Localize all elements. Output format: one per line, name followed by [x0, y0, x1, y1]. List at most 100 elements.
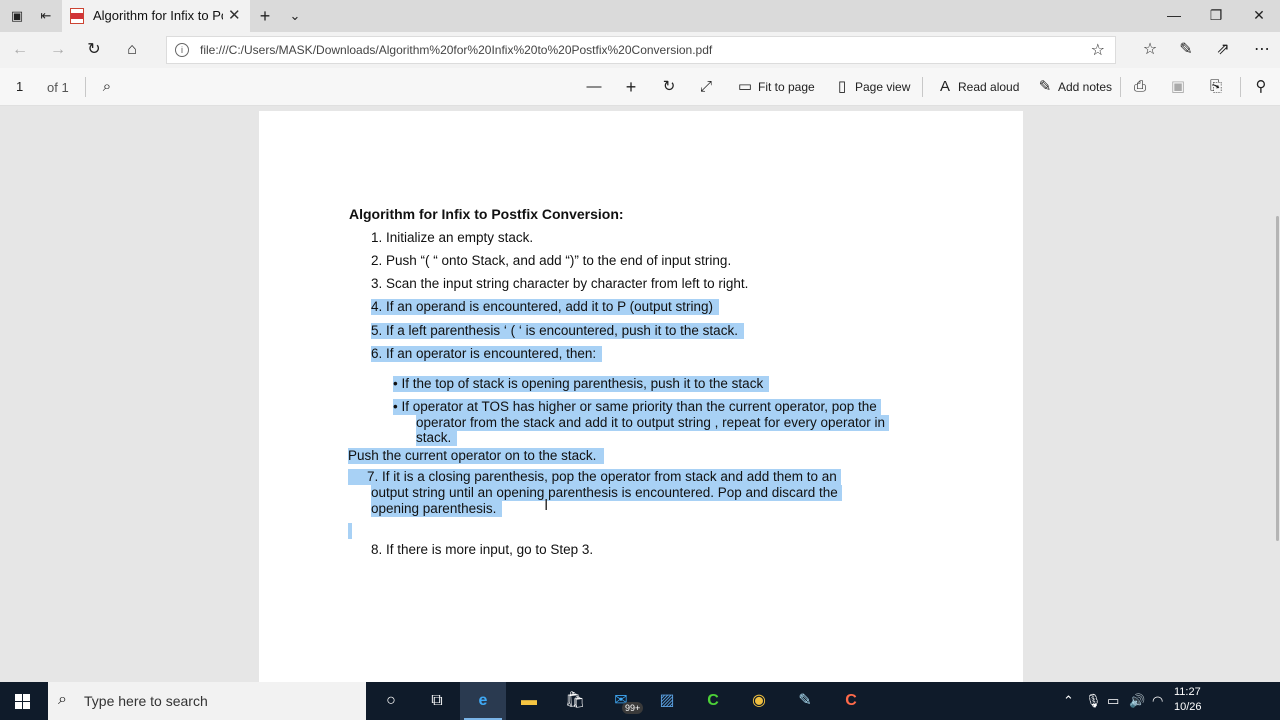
search-icon[interactable]: ⌕ [98, 77, 120, 97]
toolbar-divider [85, 77, 86, 97]
page-view-icon: ▯ [837, 78, 847, 95]
info-icon[interactable]: i [175, 43, 189, 57]
search-icon: ⌕ [58, 691, 67, 708]
bullet-2-line-3: stack. [416, 430, 458, 446]
pen-notes-icon[interactable]: ✎ [1174, 39, 1198, 61]
document-title: Algorithm for Infix to Postfix Conversio… [349, 206, 624, 222]
system-clock[interactable]: 11:27 10/26 [1174, 685, 1202, 715]
mail-icon[interactable]: ✉ 99+ [598, 682, 644, 720]
windows-logo-icon [15, 694, 30, 709]
save-as-icon[interactable]: ⎘ [1207, 77, 1229, 97]
step-8: 8. If there is more input, go to Step 3. [371, 542, 594, 557]
step-7-line-1: 7. If it is a closing parenthesis, pop t… [348, 469, 841, 485]
store-icon[interactable]: 🛍 [552, 682, 598, 720]
bullet-2-line-2: operator from the stack and add it to ou… [416, 415, 890, 431]
battery-icon[interactable]: ▭ [1107, 693, 1119, 709]
document-viewer[interactable]: Algorithm for Infix to Postfix Conversio… [0, 106, 1280, 691]
tab-list-chevron-icon[interactable]: ⌄ [286, 7, 304, 25]
tab-title: Algorithm for Infix to Pc [93, 8, 223, 23]
forward-arrow-icon[interactable]: → [46, 39, 70, 61]
clock-time: 11:27 [1174, 686, 1201, 698]
cortana-icon[interactable]: ○ [368, 682, 414, 720]
fit-to-page-button[interactable]: ▭ Fit to page [736, 77, 815, 97]
close-window-button[interactable]: ✕ [1236, 0, 1280, 32]
page-number-input[interactable]: 1 [8, 76, 32, 98]
address-bar[interactable]: i file:///C:/Users/MASK/Downloads/Algori… [166, 36, 1116, 64]
fullscreen-icon[interactable]: ⤢ [697, 77, 719, 97]
page-view-button[interactable]: ▯ Page view [833, 77, 911, 97]
page-view-label: Page view [855, 80, 911, 94]
tab-actions-icon[interactable]: ▣ [8, 7, 26, 25]
show-hidden-icons-chevron-icon[interactable]: ⌃ [1063, 693, 1074, 709]
add-notes-button[interactable]: ✎ Add notes [1036, 77, 1112, 97]
mail-badge: 99+ [622, 702, 644, 714]
tab-pdf[interactable]: Algorithm for Infix to Pc ✕ [62, 0, 250, 32]
more-menu-icon[interactable]: ⋯ [1250, 39, 1274, 61]
taskbar-search[interactable]: ⌕ Type here to search [48, 682, 366, 720]
fit-to-page-label: Fit to page [758, 80, 815, 94]
fit-page-icon: ▭ [737, 78, 753, 95]
back-arrow-icon[interactable]: ← [8, 39, 32, 61]
refresh-icon[interactable]: ↻ [82, 39, 106, 61]
new-tab-icon[interactable]: + [256, 7, 274, 25]
toolbar-divider [1120, 77, 1121, 97]
favorites-icon[interactable]: ☆ [1138, 39, 1162, 61]
file-explorer-icon[interactable]: ▬ [506, 682, 552, 720]
step-7-line-3: opening parenthesis. [371, 501, 503, 517]
bullet-2-line-1: • If operator at TOS has higher or same … [393, 399, 881, 415]
minimize-button[interactable]: — [1151, 0, 1197, 32]
home-icon[interactable]: ⌂ [120, 39, 144, 61]
pen-icon: ✎ [1038, 78, 1052, 95]
set-aside-tabs-icon[interactable]: ⇤ [37, 7, 55, 25]
notepad-icon[interactable]: ✎ [782, 682, 828, 720]
zoom-out-icon[interactable]: — [585, 77, 607, 97]
bullet-1: • If the top of stack is opening parenth… [393, 376, 770, 392]
microphone-icon[interactable]: 🎙 [1085, 693, 1102, 709]
photos-icon[interactable]: ▨ [644, 682, 690, 720]
wifi-icon[interactable]: ◠ [1152, 693, 1163, 709]
toolbar-divider [1240, 77, 1241, 97]
edge-browser-icon[interactable]: e [460, 682, 506, 720]
recorder-app-icon[interactable]: C [828, 682, 874, 720]
push-operator-line: Push the current operator on to the stac… [348, 448, 605, 464]
selection-caret [348, 523, 352, 539]
print-icon[interactable]: ⎙ [1131, 77, 1153, 97]
scrollbar[interactable] [1276, 216, 1279, 541]
read-aloud-label: Read aloud [958, 80, 1020, 94]
camtasia-icon[interactable]: C [690, 682, 736, 720]
toolbar-divider [922, 77, 923, 97]
task-view-icon[interactable]: ⧉ [414, 682, 460, 720]
pdf-page[interactable]: Algorithm for Infix to Postfix Conversio… [259, 111, 1023, 691]
volume-icon[interactable]: 🔊 [1129, 693, 1145, 709]
favorite-star-icon[interactable]: ☆ [1091, 40, 1105, 60]
step-7-line-2: output string until an opening parenthes… [371, 485, 842, 501]
read-aloud-button[interactable]: A Read aloud [936, 77, 1019, 97]
step-3: 3. Scan the input string character by ch… [371, 276, 749, 291]
step-6: 6. If an operator is encountered, then: [371, 346, 603, 362]
share-icon[interactable]: ⇗ [1211, 39, 1235, 61]
add-notes-label: Add notes [1058, 80, 1113, 94]
start-button[interactable] [0, 682, 46, 720]
maximize-button[interactable]: ❐ [1193, 0, 1239, 32]
taskbar-search-placeholder: Type here to search [84, 693, 208, 709]
taskbar: ⌕ Type here to search ○ ⧉ e ▬ 🛍 ✉ 99+ ▨ C… [0, 682, 1280, 720]
step-2: 2. Push “( “ onto Stack, and add “)” to … [371, 253, 732, 268]
read-aloud-icon: A [939, 78, 950, 95]
navigation-bar: ← → ↻ ⌂ i file:///C:/Users/MASK/Download… [0, 32, 1280, 68]
pdf-file-icon [70, 8, 84, 24]
title-bar: ▣ ⇤ Algorithm for Infix to Pc ✕ + ⌄ — ❐ … [0, 0, 1280, 32]
text-cursor-icon: I [544, 497, 549, 514]
save-icon[interactable]: ▣ [1169, 77, 1191, 97]
clock-date: 10/26 [1174, 701, 1202, 713]
chrome-icon[interactable]: ◉ [736, 682, 782, 720]
zoom-in-icon[interactable]: + [622, 77, 644, 97]
step-4: 4. If an operand is encountered, add it … [371, 299, 719, 315]
step-5: 5. If a left parenthesis ‘ ( ‘ is encoun… [371, 323, 744, 339]
pin-toolbar-icon[interactable]: ⚲ [1252, 77, 1274, 97]
close-tab-icon[interactable]: ✕ [228, 6, 241, 24]
pdf-toolbar: 1 of 1 ⌕ — + ↻ ⤢ ▭ Fit to page ▯ Page view… [0, 68, 1280, 106]
rotate-icon[interactable]: ↻ [660, 77, 682, 97]
url-text[interactable]: file:///C:/Users/MASK/Downloads/Algorith… [200, 43, 712, 57]
step-1: 1. Initialize an empty stack. [371, 230, 534, 245]
page-count: of 1 [47, 80, 69, 95]
